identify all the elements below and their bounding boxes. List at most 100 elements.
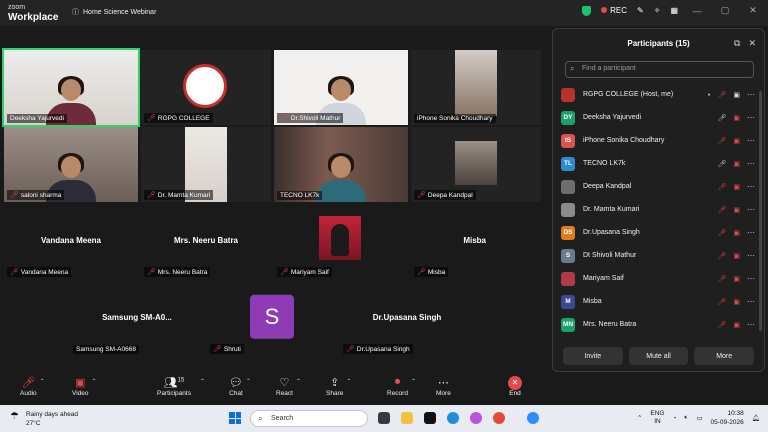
maximize-icon[interactable]: ▢ [716, 5, 734, 16]
video-off-icon[interactable]: ▣ [733, 206, 740, 214]
record-button[interactable]: ⏺ Record ⌃ [387, 376, 416, 397]
more-icon[interactable]: ⋯ [747, 274, 755, 283]
participants-button[interactable]: 👥︎15 Participants ⌃ [157, 376, 205, 397]
video-tile[interactable]: 🎤︎ Dr. Mamta Kumari [141, 127, 271, 202]
mic-muted-icon[interactable]: 🎤︎ [717, 252, 726, 260]
video-tile[interactable]: S 🎤︎ Shruti [207, 281, 337, 356]
edge-icon[interactable] [447, 412, 459, 424]
mic-muted-icon[interactable]: 🎤︎ [717, 229, 726, 237]
video-off-icon[interactable]: ▣ [733, 321, 740, 329]
task-view-icon[interactable] [378, 412, 390, 424]
invite-button[interactable]: Invite [563, 347, 623, 365]
chevron-up-icon[interactable]: ⌃ [296, 378, 301, 385]
video-tile[interactable]: 🎤︎ Deepa Kandpal [411, 127, 541, 202]
more-icon[interactable]: ⋯ [747, 136, 755, 145]
video-tile[interactable]: Dr.Upasana Singh 🎤︎ Dr.Upasana Singh [340, 281, 474, 356]
video-off-icon[interactable]: ▣ [733, 298, 740, 306]
mute-all-button[interactable]: Mute all [628, 347, 689, 365]
close-icon[interactable]: ✕ [748, 38, 756, 49]
chevron-up-icon[interactable]: ⌃ [40, 378, 45, 385]
mic-muted-icon[interactable]: 🎤︎ [717, 321, 726, 329]
video-tile[interactable]: Samsung SM-A0... Samsung SM-A0668 [70, 281, 204, 356]
chevron-up-icon[interactable]: ⌃ [246, 378, 251, 385]
participant-row[interactable]: DY Deeksha Yajurvedi 🎤︎ ▣ ⋯ [561, 106, 759, 129]
chevron-up-icon[interactable]: ⌃ [91, 378, 96, 385]
rec-indicator[interactable]: REC [601, 6, 627, 15]
video-tile[interactable]: TECNO LK7k [274, 127, 408, 202]
video-tile[interactable]: 🎤︎ saloni sharma [4, 127, 138, 202]
scrollbar[interactable] [759, 91, 762, 331]
chat-button[interactable]: 💬︎ Chat ⌃ [229, 376, 251, 397]
pen-icon[interactable]: ✎ [637, 6, 644, 15]
more-icon[interactable]: ⋯ [747, 228, 755, 237]
video-off-icon[interactable]: ▣ [733, 229, 740, 237]
grid-icon[interactable]: ▦ [670, 6, 678, 15]
mic-icon[interactable]: 🎤︎ [717, 114, 726, 122]
video-tile[interactable]: 🎤︎ Mariyam Saif [274, 204, 408, 279]
more-icon[interactable]: ⋯ [747, 182, 755, 191]
video-tile[interactable]: 🎤︎ RGPG COLLEGE [141, 50, 271, 125]
meeting-title[interactable]: ⓘ Home Science Webinar [72, 7, 156, 17]
weather-widget[interactable]: ☂ Rainy days ahead 27°C [10, 410, 78, 428]
video-off-icon[interactable]: ▣ [733, 183, 740, 191]
video-tile[interactable]: Misba 🎤︎ Misba [411, 204, 541, 279]
participant-row[interactable]: Dr. Mamta Kumari 🎤︎ ▣ ⋯ [561, 198, 759, 221]
participant-row[interactable]: TL TECNO LK7k 🎤︎ ▣ ⋯ [561, 152, 759, 175]
close-icon[interactable]: ✕ [744, 5, 762, 16]
taskbar-search[interactable]: ⌕ Search [250, 410, 368, 427]
more-button[interactable]: ⋯ More [436, 376, 451, 397]
mic-muted-icon[interactable]: 🎤︎ [717, 91, 726, 99]
participant-row[interactable]: DS Dr.Upasana Singh 🎤︎ ▣ ⋯ [561, 221, 759, 244]
mic-icon[interactable]: 🎤︎ [717, 160, 726, 168]
participant-row[interactable]: SSsaloni sharma🎤︎▣⋯ [561, 336, 759, 341]
chevron-up-icon[interactable]: ⌃ [411, 378, 416, 385]
more-icon[interactable]: ⋯ [747, 159, 755, 168]
participant-row[interactable]: Deepa Kandpal 🎤︎ ▣ ⋯ [561, 175, 759, 198]
chevron-up-icon[interactable]: ⌃ [200, 378, 205, 385]
video-off-icon[interactable]: ▣ [733, 275, 740, 283]
video-off-icon[interactable]: ▣ [733, 160, 740, 168]
mic-muted-icon[interactable]: 🎤︎ [717, 206, 726, 214]
more-button[interactable]: More [694, 347, 755, 365]
clock[interactable]: 10:38 05-09-2026 [710, 409, 743, 427]
more-icon[interactable]: ⋯ [747, 90, 755, 99]
video-off-icon[interactable]: ▣ [733, 114, 740, 122]
video-tile[interactable]: Mrs. Neeru Batra 🎤︎ Mrs. Neeru Batra [141, 204, 271, 279]
end-button[interactable]: ✕ End [508, 376, 522, 397]
zoom-app-icon[interactable] [527, 412, 539, 424]
more-icon[interactable]: ⋯ [747, 251, 755, 260]
mic-muted-icon[interactable]: 🎤︎ [717, 275, 726, 283]
participant-row[interactable]: RGPG COLLEGE (Host, me) ● 🎤︎ ▣ ⋯ [561, 83, 759, 106]
share-button[interactable]: ⇪ Share ⌃ [326, 376, 351, 397]
video-tile[interactable]: Deeksha Yajurvedi [2, 48, 140, 127]
video-icon[interactable]: ▣ [733, 91, 740, 99]
copilot-icon[interactable] [470, 412, 482, 424]
chrome-icon[interactable] [493, 412, 505, 424]
video-off-icon[interactable]: ▣ [733, 252, 740, 260]
notification-icon[interactable]: 🔔︎ [752, 414, 760, 422]
video-tile[interactable]: 🎤︎ Dr.Shivoli Mathur [274, 50, 408, 125]
participant-row[interactable]: S Dt Shivoli Mathur 🎤︎ ▣ ⋯ [561, 244, 759, 267]
speaker-icon[interactable]: 🔈︎ [684, 414, 688, 422]
search-input[interactable]: ⌕ Find a participant [565, 61, 754, 78]
video-tile[interactable]: Vandana Meena 🎤︎ Vandana Meena [4, 204, 138, 279]
mic-muted-icon[interactable]: 🎤︎ [717, 183, 726, 191]
participant-row[interactable]: M Misba 🎤︎ ▣ ⋯ [561, 290, 759, 313]
participant-row[interactable]: MN Mrs. Neeru Batra 🎤︎ ▣ ⋯ [561, 313, 759, 336]
file-explorer-icon[interactable] [401, 412, 413, 424]
more-icon[interactable]: ⋯ [747, 113, 755, 122]
mic-muted-icon[interactable]: 🎤︎ [717, 137, 726, 145]
video-off-icon[interactable]: ▣ [733, 137, 740, 145]
participant-row[interactable]: Mariyam Saif 🎤︎ ▣ ⋯ [561, 267, 759, 290]
chevron-up-icon[interactable]: ⌃ [346, 378, 351, 385]
battery-icon[interactable]: ▭ [696, 414, 702, 422]
wifi-icon[interactable]: ◔ [672, 415, 676, 422]
react-button[interactable]: ♡ React ⌃ [276, 376, 301, 397]
windows-start-icon[interactable] [229, 412, 241, 424]
shield-icon[interactable] [582, 5, 592, 16]
sparkle-icon[interactable]: ✧ [654, 6, 661, 15]
chevron-up-icon[interactable]: ⌃ [637, 414, 642, 422]
language-indicator[interactable]: ENG IN [650, 410, 664, 426]
more-icon[interactable]: ⋯ [747, 205, 755, 214]
mic-muted-icon[interactable]: 🎤︎ [717, 298, 726, 306]
